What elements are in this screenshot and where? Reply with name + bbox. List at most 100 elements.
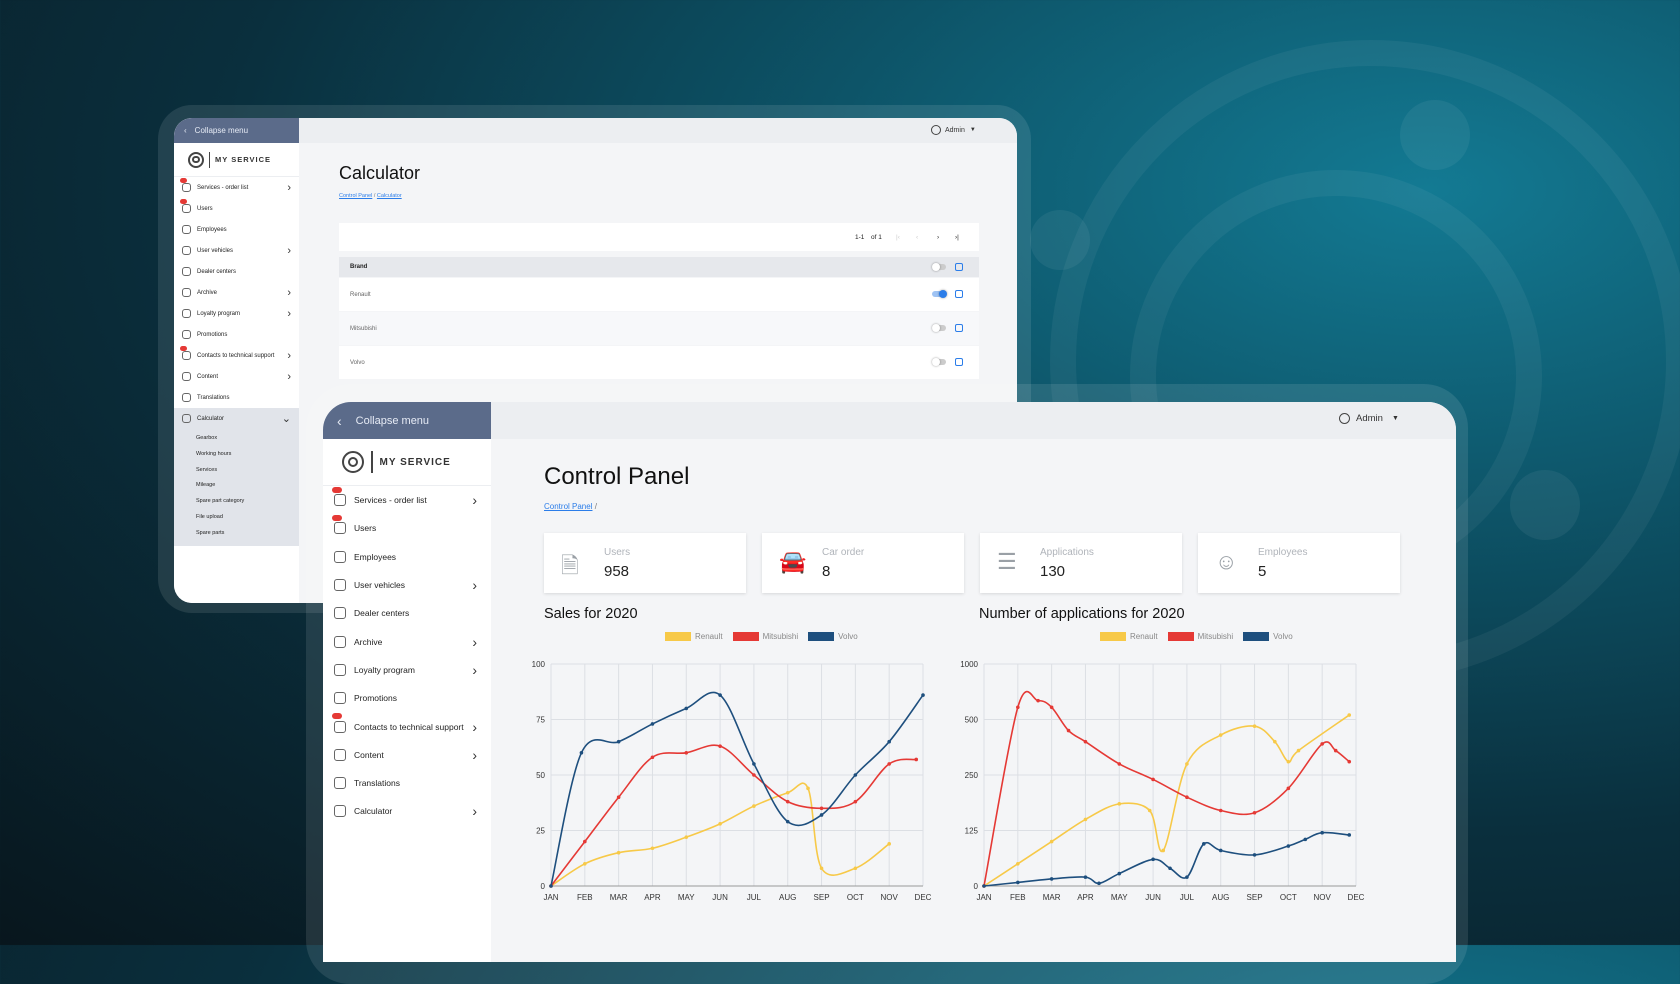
back-prev-page-icon[interactable]: ‹ bbox=[916, 234, 918, 241]
back-brand-settings-icon[interactable] bbox=[955, 290, 963, 298]
sales-data-point-volvo bbox=[819, 813, 824, 817]
sidebar-item-label: Content bbox=[197, 373, 219, 380]
sidebar-item-content[interactable]: Content › bbox=[323, 741, 491, 769]
chevron-right-icon: › bbox=[472, 492, 477, 509]
applications-data-point-mitsubishi bbox=[1066, 728, 1071, 733]
calculator-icon bbox=[334, 805, 346, 818]
collapse-menu-button[interactable]: ‹ Collapse menu bbox=[323, 402, 491, 439]
back-submenu-item-services[interactable]: Services bbox=[174, 463, 299, 479]
back-sidebar-item-employees[interactable]: Employees bbox=[174, 219, 299, 240]
applications-x-tick-label: JUN bbox=[1145, 893, 1161, 902]
back-submenu-item-spare-part-category[interactable]: Spare part category bbox=[174, 494, 299, 510]
applications-data-point-renault bbox=[1286, 759, 1291, 764]
sidebar-item-dealer-centers[interactable]: Dealer centers bbox=[323, 599, 491, 627]
back-first-page-icon[interactable]: |‹ bbox=[896, 234, 900, 241]
back-logo-separator bbox=[209, 151, 210, 168]
back-submenu-item-mileage[interactable]: Mileage bbox=[174, 478, 299, 494]
back-breadcrumb-current[interactable]: Calculator bbox=[377, 193, 402, 199]
sales-chart-title: Sales for 2020 bbox=[544, 606, 638, 622]
contacts-to-technical-support-icon bbox=[182, 351, 191, 360]
back-breadcrumb-sep: / bbox=[373, 193, 376, 199]
sidebar-item-users[interactable]: Users bbox=[323, 514, 491, 542]
archive-icon bbox=[182, 288, 191, 297]
sales-data-point-renault bbox=[583, 862, 587, 866]
back-header-toggle[interactable] bbox=[932, 263, 946, 271]
back-table-row[interactable]: Renault bbox=[339, 278, 979, 311]
sidebar-item-services-order-list[interactable]: Services - order list › bbox=[323, 486, 491, 514]
sales-data-point-mitsubishi bbox=[819, 806, 824, 811]
back-brand-toggle[interactable] bbox=[932, 290, 947, 298]
stat-card-employees[interactable]: ☺ Employees 5 bbox=[1198, 533, 1400, 593]
sales-y-tick-label: 100 bbox=[532, 660, 546, 669]
stat-card-users[interactable]: 🗎 Users 958 bbox=[544, 533, 746, 593]
back-sidebar-item-loyalty-program[interactable]: Loyalty program › bbox=[174, 303, 299, 324]
background-logo-dot bbox=[1510, 470, 1580, 540]
applications-data-point-renault bbox=[1185, 762, 1189, 766]
sidebar-item-archive[interactable]: Archive › bbox=[323, 627, 491, 655]
sales-x-tick-label: NOV bbox=[881, 893, 899, 902]
back-sidebar-item-promotions[interactable]: Promotions bbox=[174, 324, 299, 345]
stat-card-applications[interactable]: ☰ Applications 130 bbox=[980, 533, 1182, 593]
front-logo: MY SERVICE bbox=[323, 439, 491, 486]
background-logo-dot bbox=[1030, 210, 1090, 270]
back-submenu-item-gearbox[interactable]: Gearbox bbox=[174, 431, 299, 447]
legend-label: Mitsubishi bbox=[762, 632, 799, 641]
sales-x-tick-label: SEP bbox=[814, 893, 830, 902]
back-submenu-item-working-hours[interactable]: Working hours bbox=[174, 447, 299, 463]
back-breadcrumb-link[interactable]: Control Panel bbox=[339, 193, 372, 199]
sidebar-item-employees[interactable]: Employees bbox=[323, 543, 491, 571]
back-sidebar-item-users[interactable]: Users bbox=[174, 198, 299, 219]
sidebar-item-calculator[interactable]: Calculator › bbox=[323, 797, 491, 825]
breadcrumb-link[interactable]: Control Panel bbox=[544, 502, 592, 511]
caret-down-icon: ▼ bbox=[1391, 415, 1399, 422]
sales-data-point-volvo bbox=[921, 693, 925, 697]
back-sidebar-item-contacts-to-technical-support[interactable]: Contacts to technical support › bbox=[174, 345, 299, 366]
back-brand-settings-icon[interactable] bbox=[955, 358, 963, 366]
sidebar-item-loyalty-program[interactable]: Loyalty program › bbox=[323, 656, 491, 684]
back-table-row[interactable]: Mitsubishi bbox=[339, 312, 979, 345]
legend-item: Mitsubishi bbox=[732, 632, 799, 641]
applications-data-point-volvo bbox=[1168, 866, 1172, 871]
chevron-right-icon: › bbox=[472, 718, 477, 735]
back-submenu-item-spare-parts[interactable]: Spare parts bbox=[174, 526, 299, 542]
sidebar-item-promotions[interactable]: Promotions bbox=[323, 684, 491, 712]
back-last-page-icon[interactable]: ›| bbox=[955, 234, 959, 241]
back-admin-menu[interactable]: Admin ▼ bbox=[931, 125, 976, 135]
admin-menu[interactable]: Admin ▼ bbox=[1339, 413, 1399, 424]
sidebar-item-contacts-to-technical-support[interactable]: Contacts to technical support › bbox=[323, 712, 491, 740]
back-sidebar-item-services-order-list[interactable]: Services - order list › bbox=[174, 177, 299, 198]
sales-data-point-renault bbox=[718, 822, 722, 826]
back-brand-toggle[interactable] bbox=[932, 358, 946, 366]
applications-data-point-volvo bbox=[1202, 842, 1206, 846]
collapse-arrow-icon: ‹ bbox=[337, 412, 342, 429]
sales-data-point-mitsubishi bbox=[914, 757, 919, 762]
sales-x-tick-label: DEC bbox=[915, 893, 931, 902]
back-sidebar-item-translations[interactable]: Translations bbox=[174, 387, 299, 408]
sidebar-item-label: Content bbox=[354, 749, 384, 760]
back-sidebar-item-user-vehicles[interactable]: User vehicles › bbox=[174, 240, 299, 261]
back-collapse-menu-button[interactable]: ‹ Collapse menu bbox=[174, 118, 299, 143]
applications-x-tick-label: MAR bbox=[1043, 893, 1061, 902]
back-sidebar-item-archive[interactable]: Archive › bbox=[174, 282, 299, 303]
legend-item: Volvo bbox=[808, 632, 858, 641]
back-sidebar-item-calculator[interactable]: Calculator ⌄ bbox=[174, 408, 299, 429]
applications-x-tick-label: MAY bbox=[1111, 893, 1128, 902]
applications-y-tick-label: 500 bbox=[965, 716, 979, 725]
back-sidebar-item-dealer-centers[interactable]: Dealer centers bbox=[174, 261, 299, 282]
stat-card-car-order[interactable]: 🚘 Car order 8 bbox=[762, 533, 964, 593]
logo-mark-icon bbox=[342, 451, 364, 473]
back-sidebar-item-content[interactable]: Content › bbox=[174, 366, 299, 387]
back-table-row[interactable]: Volvo bbox=[339, 346, 979, 379]
back-next-page-icon[interactable]: › bbox=[937, 234, 939, 241]
stat-label: Employees bbox=[1258, 547, 1308, 558]
chevron-right-icon: › bbox=[472, 633, 477, 650]
chevron-down-icon: ⌄ bbox=[281, 413, 291, 425]
sidebar-item-user-vehicles[interactable]: User vehicles › bbox=[323, 571, 491, 599]
back-brand-toggle[interactable] bbox=[932, 324, 946, 332]
back-submenu-item-file-upload[interactable]: File upload bbox=[174, 510, 299, 526]
sidebar-item-label: Translations bbox=[354, 778, 400, 789]
back-brand-settings-icon[interactable] bbox=[955, 324, 963, 332]
back-header-settings-icon[interactable] bbox=[955, 263, 963, 271]
sidebar-item-translations[interactable]: Translations bbox=[323, 769, 491, 797]
sidebar-item-label: Calculator bbox=[354, 806, 393, 817]
